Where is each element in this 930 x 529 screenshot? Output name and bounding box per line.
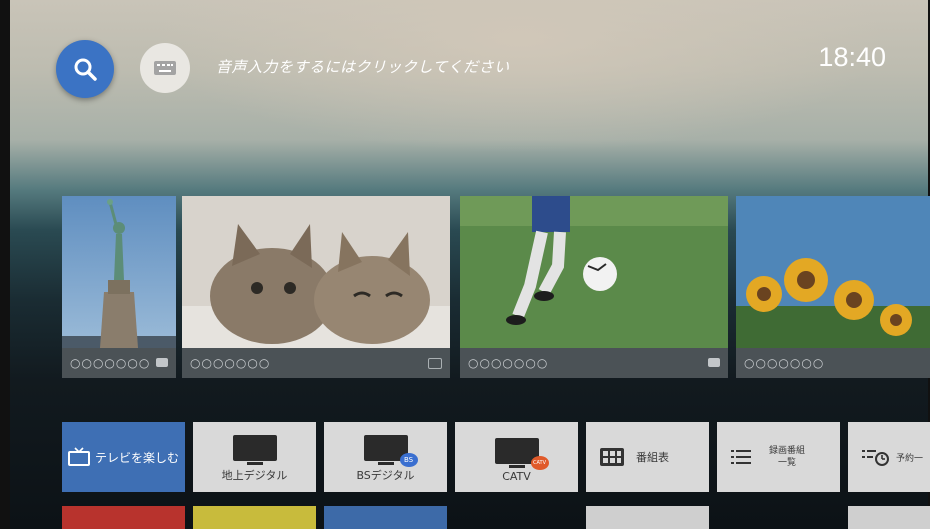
tile-program-guide[interactable]: 番組表 xyxy=(586,422,709,492)
tile-enjoy-tv[interactable]: テレビを楽しむ xyxy=(62,422,185,492)
tv-icon: BS xyxy=(363,435,418,467)
soccer-player-image xyxy=(460,196,728,348)
content-card-kittens[interactable]: ○○○○○○○ xyxy=(182,196,450,378)
tile-label: CATV xyxy=(502,470,531,483)
video-icon xyxy=(708,358,720,367)
card-caption: ○○○○○○○ xyxy=(736,348,930,378)
sunflowers-image xyxy=(736,196,930,348)
tv-outline-icon xyxy=(67,447,90,466)
tile-label: BSデジタル xyxy=(356,469,415,482)
content-card-sunflowers[interactable]: ○○○○○○○ xyxy=(736,196,930,378)
search-button[interactable] xyxy=(56,40,114,98)
screen-bezel-left xyxy=(0,0,10,529)
tile-recordings-list[interactable]: 録画番組 一覧 xyxy=(717,422,840,492)
small-badge-icon xyxy=(156,358,168,367)
bs-badge: BS xyxy=(399,453,418,467)
catv-badge: CATV xyxy=(530,456,549,470)
search-icon xyxy=(74,58,97,81)
card-caption: ○○○○○○○ xyxy=(460,348,728,378)
tile-label: 録画番組 一覧 xyxy=(769,446,806,468)
tile-terrestrial-digital[interactable]: 地上デジタル xyxy=(193,422,316,492)
tv-icon xyxy=(232,435,277,465)
bottom-tile-yellow[interactable] xyxy=(193,506,316,529)
tv-icon: CATV xyxy=(494,438,549,470)
clock: 18:40 xyxy=(818,42,886,72)
tile-catv[interactable]: CATV CATV xyxy=(455,422,578,492)
content-card-statue[interactable]: ○○○○○○○ xyxy=(62,196,176,378)
grid-icon xyxy=(600,448,624,466)
list-clock-icon xyxy=(862,450,889,466)
tile-bs-digital[interactable]: BS BSデジタル xyxy=(324,422,447,492)
keyboard-icon xyxy=(154,61,176,75)
kittens-image xyxy=(182,196,450,348)
voice-input-prompt: 音声入力をするにはクリックしてください xyxy=(216,58,510,76)
bottom-tile-blue[interactable] xyxy=(324,506,447,529)
tile-label: 予約一 xyxy=(896,453,924,464)
tile-label: 地上デジタル xyxy=(221,469,288,482)
bottom-tile-grey-2[interactable] xyxy=(848,506,930,529)
keyboard-button[interactable] xyxy=(140,43,190,93)
tile-label: 番組表 xyxy=(636,451,669,464)
content-card-soccer[interactable]: ○○○○○○○ xyxy=(460,196,728,378)
card-caption: ○○○○○○○ xyxy=(62,348,176,378)
tile-reservations[interactable]: 予約一 xyxy=(848,422,930,492)
bottom-tile-red[interactable] xyxy=(62,506,185,529)
bottom-tile-grey-1[interactable] xyxy=(586,506,709,529)
list-icon xyxy=(731,450,751,464)
tile-label: テレビを楽しむ xyxy=(94,450,179,465)
statue-of-liberty-image xyxy=(62,196,176,348)
screen-icon xyxy=(428,358,442,369)
card-caption: ○○○○○○○ xyxy=(182,348,450,378)
